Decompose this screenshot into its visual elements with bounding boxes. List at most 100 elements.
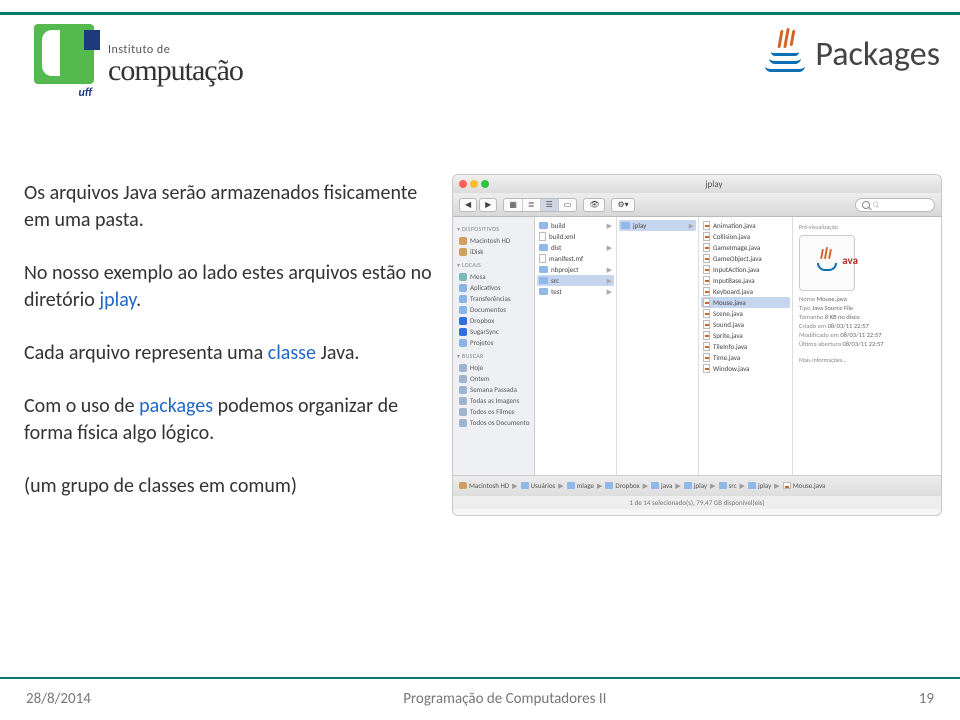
list-item[interactable]: GameImage.java [701,242,790,253]
list-item[interactable]: dist▶ [537,242,614,253]
footer-page: 19 [919,690,934,708]
list-item[interactable]: TileInfo.java [701,341,790,352]
list-item[interactable]: Time.java [701,352,790,363]
sidebar-label: Ontem [470,374,490,383]
sidebar-item-macintosh-hd[interactable]: Macintosh HD [457,235,530,246]
list-item[interactable]: build.xml [537,231,614,242]
sidebar-item-mesa[interactable]: Mesa [457,271,530,282]
view-columns-icon[interactable]: ☰ [541,199,559,211]
sidebar-item-documentos[interactable]: Documentos [457,304,530,315]
paragraph-2: No nosso exemplo ao lado estes arquivos … [24,260,444,314]
sidebar-label: SugarSync [470,327,499,336]
sidebar-label: Hoje [470,363,483,372]
sidebar-item-dropbox[interactable]: Dropbox [457,315,530,326]
crumb-item[interactable]: Macintosh HD [459,481,509,490]
sidebar-item-transferencias[interactable]: Transferências [457,293,530,304]
footer: 28/8/2014 Programação de Computadores II… [0,690,960,708]
sidebar-item-semana[interactable]: Semana Passada [457,384,530,395]
crumb-item[interactable]: jplay [748,481,771,490]
uff-abbrev: uff [78,86,92,100]
paragraph-4: Com o uso de packages podemos organizar … [24,393,444,447]
list-item[interactable]: jplay▶ [619,220,696,231]
page-title: Packages [765,30,940,78]
action-button[interactable]: ⚙▾ [611,198,634,212]
list-item[interactable]: Animation.java [701,220,790,231]
disk-icon [459,248,467,256]
sidebar-item-aplicativos[interactable]: Aplicativos [457,282,530,293]
chevron-right-icon: ▶ [607,287,612,296]
list-item[interactable]: Collision.java [701,231,790,242]
list-item[interactable]: Sprite.java [701,330,790,341]
p4-keyword: packages [139,394,213,418]
crumb-item[interactable]: Mouse.java [783,481,826,490]
item-label: Mouse.java [713,298,746,307]
file-icon [539,232,546,241]
sidebar-label: Aplicativos [470,283,501,292]
list-item[interactable]: Keyboard.java [701,286,790,297]
institute-word: computação [108,56,243,86]
zoom-icon[interactable] [481,180,489,188]
list-item[interactable]: Mouse.java [701,297,790,308]
footer-date: 28/8/2014 [26,690,91,708]
finder-toolbar: ◀ ▶ ▦ ≣ ☰ ▭ 👁 ⚙▾ Q [453,193,941,217]
meta-opened-value: 08/03/11 22:57 [842,340,883,348]
close-icon[interactable] [459,180,467,188]
folder-icon [539,277,548,284]
forward-button[interactable]: ▶ [479,198,497,212]
downloads-icon [459,295,467,303]
meta-size-label: Tamanho [799,313,823,321]
crumb-item[interactable]: Usuários [521,481,556,490]
item-label: Sound.java [713,320,744,329]
chevron-right-icon: ▶ [607,221,612,230]
item-label: Window.java [713,364,750,373]
item-label: InputAction.java [713,265,760,274]
sugarsync-icon [459,328,467,336]
java-file-icon [703,353,710,362]
item-label: build [551,221,565,230]
p4-text: Com o uso de [24,394,139,418]
crumb-item[interactable]: java [651,481,672,490]
footer-course: Programação de Computadores II [403,690,606,708]
sidebar-section-places: LOCAIS [457,261,530,269]
view-icon-icon[interactable]: ▦ [504,199,523,211]
more-info-link[interactable]: Mais informações... [799,356,847,364]
crumb-item[interactable]: src [719,481,737,490]
item-label: GameImage.java [713,243,760,252]
sidebar-item-filmes[interactable]: Todos os Filmes [457,406,530,417]
chevron-right-icon: ▶ [607,265,612,274]
list-item[interactable]: InputBase.java [701,275,790,286]
meta-modified-value: 08/03/11 22:57 [840,331,881,339]
view-coverflow-icon[interactable]: ▭ [559,199,577,211]
crumb-item[interactable]: jplay [684,481,707,490]
back-button[interactable]: ◀ [459,198,477,212]
minimize-icon[interactable] [470,180,478,188]
list-item[interactable]: manifest.mf [537,253,614,264]
list-item[interactable]: Scene.java [701,308,790,319]
sidebar-item-idisk[interactable]: iDisk [457,246,530,257]
list-item[interactable]: test▶ [537,286,614,297]
list-item[interactable]: src▶ [537,275,614,286]
crumb-item[interactable]: mlage [567,481,594,490]
sidebar-item-ontem[interactable]: Ontem [457,373,530,384]
documents-icon [459,306,467,314]
sidebar-item-imagens[interactable]: Todas as Imagens [457,395,530,406]
chevron-right-icon: ▶ [607,243,612,252]
list-item[interactable]: build ▶ [537,220,614,231]
view-mode-segment[interactable]: ▦ ≣ ☰ ▭ [503,198,577,212]
search-input[interactable]: Q [855,198,935,212]
disk-icon [459,482,467,489]
sidebar-item-projetos[interactable]: Projetos [457,337,530,348]
list-item[interactable]: nbproject▶ [537,264,614,275]
crumb-item[interactable]: Dropbox [605,481,639,490]
folder-icon [684,482,692,489]
list-item[interactable]: Window.java [701,363,790,374]
sidebar-item-documentos-search[interactable]: Todos os Documentos [457,417,530,428]
sidebar-item-hoje[interactable]: Hoje [457,362,530,373]
list-item[interactable]: InputAction.java [701,264,790,275]
list-item[interactable]: GameObject.java [701,253,790,264]
sidebar-item-sugarsync[interactable]: SugarSync [457,326,530,337]
quicklook-button[interactable]: 👁 [583,198,605,212]
header-logo-block: uff Instituto de computação [20,20,243,110]
list-item[interactable]: Sound.java [701,319,790,330]
view-list-icon[interactable]: ≣ [523,199,541,211]
